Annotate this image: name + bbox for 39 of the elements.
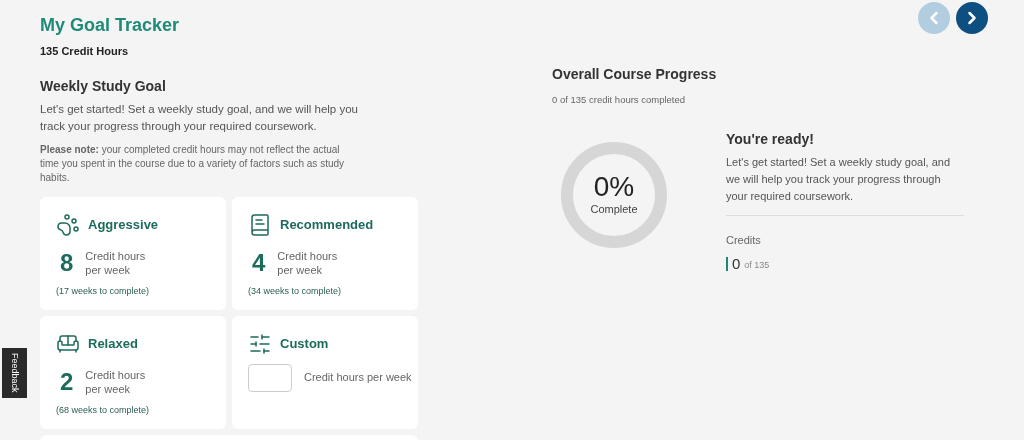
credits-value: 0: [732, 253, 741, 274]
goal-option-card[interactable]: Recommended 4 Credit hours per week (34 weeks to complete): [232, 196, 418, 310]
page-title: My Goal Tracker: [40, 14, 181, 37]
weeks-to-complete: (34 weeks to complete): [248, 284, 343, 298]
goal-option-card[interactable]: Relaxed 2 Credit hours per week (68 weeks to complete): [40, 315, 226, 429]
option-label: Aggressive: [88, 215, 159, 234]
option-label: Relaxed: [88, 334, 138, 353]
paw-icon: [56, 212, 80, 237]
note-text: Please note: your completed credit hours may not reflect the actual time you spent in the course due to a variety of factors such as study habits.: [40, 142, 346, 185]
credits-label: Credits: [726, 233, 762, 249]
intro-text: Let's get started! Set a weekly study goal, and we will help you track your progress through your required coursework.: [40, 101, 359, 134]
section-title: Weekly Study Goal: [40, 76, 167, 96]
credits-bar-marker: [726, 257, 728, 271]
goal-option-card[interactable]: Custom Credit hours per week: [232, 315, 418, 429]
percent-value: 0%: [593, 173, 635, 201]
credit-hours-total: 135 Credit Hours: [40, 44, 130, 59]
book-icon: [248, 212, 272, 237]
option-label: Custom: [280, 334, 329, 353]
credits-total: of 135: [744, 259, 770, 273]
hours-unit: Credit hours per week: [304, 370, 412, 386]
status-title: You're ready!: [726, 130, 815, 150]
goal-option-card[interactable]: Aggressive 8 Credit hours per week (17 weeks to complete): [40, 196, 226, 310]
hours-value: 2: [60, 366, 74, 397]
hours-value: 8: [60, 247, 74, 278]
weeks-to-complete: (17 weeks to complete): [56, 284, 151, 298]
hours-unit: Credit hours per week: [85, 248, 147, 277]
status-text: Let's get started! Set a weekly study goal, and we will help you track your progress through your required coursework.: [726, 155, 952, 205]
sliders-icon: [248, 331, 272, 356]
hours-unit: Credit hours per week: [85, 367, 147, 396]
hours-unit: Credit hours per week: [277, 248, 339, 277]
next-button[interactable]: [956, 2, 988, 34]
weeks-to-complete: (68 weeks to complete): [56, 403, 151, 417]
feedback-tab[interactable]: Feedback: [2, 348, 27, 398]
percent-label: Complete: [590, 202, 638, 217]
option-label: Recommended: [280, 215, 374, 234]
progress-summary: 0 of 135 credit hours completed: [552, 93, 687, 107]
section-title: Overall Course Progress: [552, 65, 718, 84]
hours-value: 4: [252, 247, 266, 278]
hours-input-field[interactable]: [248, 363, 292, 392]
